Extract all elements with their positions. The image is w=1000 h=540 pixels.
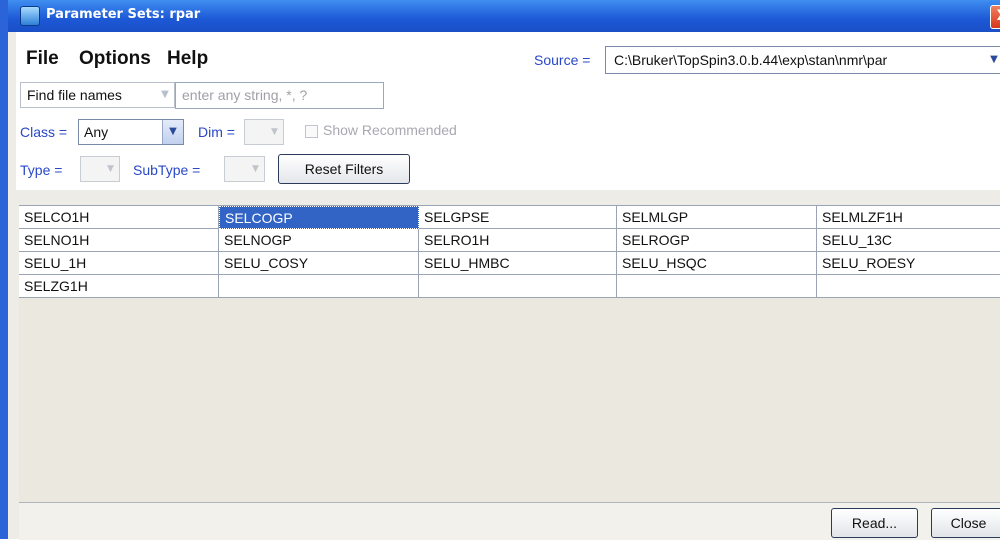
table-cell[interactable]: SELU_ROESY <box>817 252 1000 275</box>
parameter-set-table[interactable]: SELCO1H SELCOGP SELGPSE SELMLGP SELMLZF1… <box>19 205 1000 503</box>
chevron-down-icon: ▼ <box>107 164 114 174</box>
table-cell[interactable]: SELU_HSQC <box>617 252 817 275</box>
filter-separator <box>16 190 1000 205</box>
chevron-down-icon[interactable]: ▼ <box>162 120 183 144</box>
table-cell[interactable]: SELNOGP <box>219 229 419 252</box>
table-cell[interactable]: SELROGP <box>617 229 817 252</box>
subtype-label: SubType = <box>133 162 201 178</box>
chevron-down-icon[interactable]: ▼ <box>156 83 174 107</box>
find-input-placeholder: enter any string, *, ? <box>182 87 308 103</box>
close-button[interactable]: Close <box>931 508 1000 538</box>
source-dropdown[interactable]: C:\Bruker\TopSpin3.0.b.44\exp\stan\nmr\p… <box>605 46 1000 74</box>
chevron-down-icon[interactable]: ▼ <box>984 47 1000 73</box>
table-cell[interactable]: SELRO1H <box>419 229 617 252</box>
source-value: C:\Bruker\TopSpin3.0.b.44\exp\stan\nmr\p… <box>614 52 888 68</box>
table-cell[interactable]: SELU_HMBC <box>419 252 617 275</box>
table-cell[interactable]: SELU_1H <box>19 252 219 275</box>
table-cell[interactable] <box>419 275 617 298</box>
parameter-sets-window: Parameter Sets: rpar X File Options Help… <box>0 0 1000 540</box>
table-cell[interactable]: SELMLZF1H <box>817 206 1000 229</box>
table-cell[interactable]: SELZG1H <box>19 275 219 298</box>
class-dropdown[interactable]: Any ▼ <box>78 119 184 145</box>
window-title: Parameter Sets: rpar <box>46 7 201 22</box>
topspin-app-icon <box>20 6 40 26</box>
show-recommended-checkbox[interactable] <box>305 125 318 138</box>
find-input[interactable]: enter any string, *, ? <box>175 82 384 109</box>
chevron-down-icon: ▼ <box>271 127 278 137</box>
table-cell[interactable]: SELU_13C <box>817 229 1000 252</box>
close-icon[interactable]: X <box>990 5 1000 29</box>
class-value: Any <box>84 124 109 140</box>
table-cell[interactable] <box>219 275 419 298</box>
table-cell[interactable] <box>817 275 1000 298</box>
read-button[interactable]: Read... <box>831 508 918 538</box>
source-label: Source = <box>534 52 591 68</box>
table-cell[interactable]: SELU_COSY <box>219 252 419 275</box>
class-label: Class = <box>20 124 68 140</box>
reset-filters-button[interactable]: Reset Filters <box>278 154 410 184</box>
chevron-down-icon: ▼ <box>252 164 259 174</box>
dim-label: Dim = <box>198 124 235 140</box>
table-cell[interactable] <box>617 275 817 298</box>
table-cell[interactable]: SELGPSE <box>419 206 617 229</box>
table-cell[interactable]: SELCO1H <box>19 206 219 229</box>
show-recommended-label: Show Recommended <box>323 122 457 138</box>
dim-dropdown[interactable]: ▼ <box>244 119 284 145</box>
menu-file[interactable]: File <box>26 48 59 70</box>
menu-options[interactable]: Options <box>79 48 151 70</box>
subtype-dropdown[interactable]: ▼ <box>224 156 265 182</box>
table-cell[interactable]: SELNO1H <box>19 229 219 252</box>
table-cell[interactable]: SELMLGP <box>617 206 817 229</box>
type-dropdown[interactable]: ▼ <box>80 156 120 182</box>
table-cell-selected[interactable]: SELCOGP <box>219 206 419 229</box>
menu-help[interactable]: Help <box>167 48 208 70</box>
find-mode-dropdown[interactable]: Find file names ▼ <box>20 82 175 108</box>
title-bar[interactable]: Parameter Sets: rpar <box>8 0 1000 32</box>
find-mode-value: Find file names <box>27 87 122 103</box>
type-label: Type = <box>20 162 63 178</box>
